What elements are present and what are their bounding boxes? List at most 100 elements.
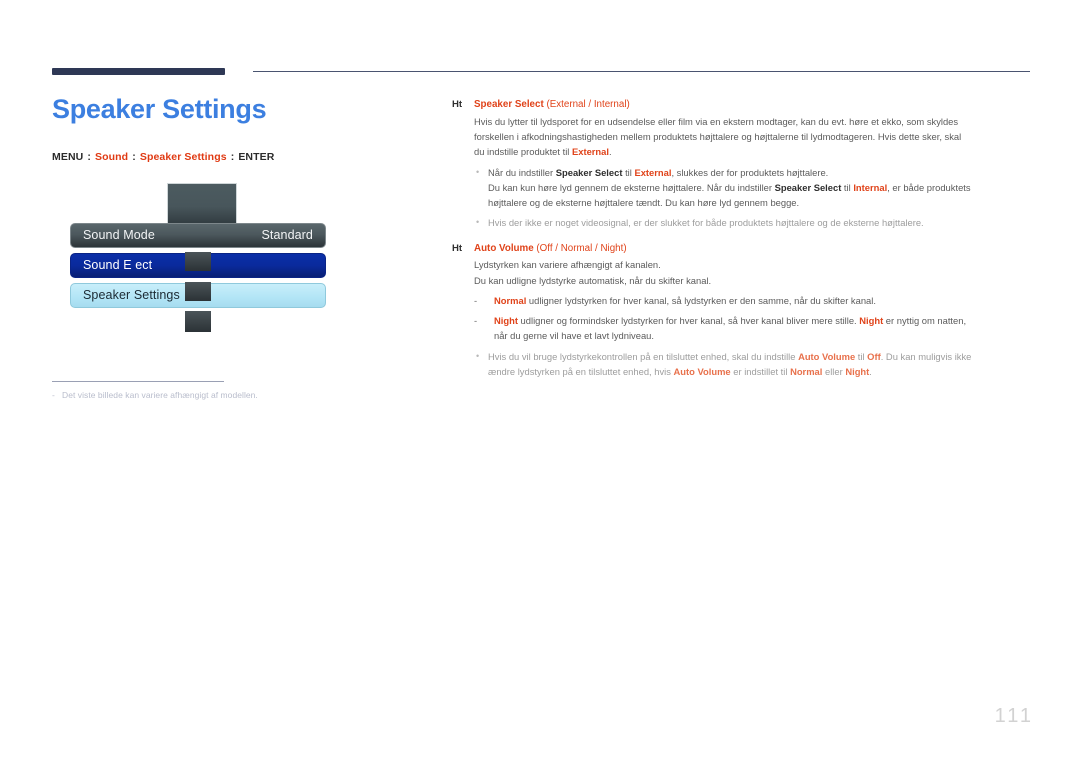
keyword-auto-volume-2: Auto Volume [673,365,731,377]
sub-bullet-icon: • [476,217,480,228]
b1-b: til [622,166,635,178]
section-speaker-select-options: (External / Internal) [546,99,630,110]
left-column: Speaker Settings MENU : Sound : Speaker … [52,94,432,348]
bullet-speaker-select-1-text: Når du indstiller Speaker Select til Ext… [488,165,1034,211]
av-b1l2-a: ændre lydstyrken på en tilsluttet enhed,… [488,365,674,377]
section-speaker-select-title-text: Speaker Select [474,99,544,110]
footnote-text: Det viste billede kan variere afhængigt … [62,390,258,400]
keyword-internal: Internal [853,181,888,193]
breadcrumb-separator-1: : [87,150,91,163]
header-rule-thin [253,71,1030,73]
keyword-night: Night [494,315,518,327]
av-b1-a: Hvis du vil bruge lydstyrkekontrollen på… [488,350,799,362]
bullet-1-line-2: Du kan kun høre lyd gennem de eksterne h… [488,180,1034,195]
breadcrumb: MENU : Sound : Speaker Settings : ENTER [52,151,432,163]
keyword-normal: Normal [494,294,527,306]
right-column: Ht Speaker Select (External / Internal) … [452,97,1034,386]
bullet-speaker-select-2: • Hvis der ikke er noget videosignal, er… [474,215,1034,230]
dash-bullet-icon: - [474,294,478,306]
bullet-1-line-1: Når du indstiller Speaker Select til Ext… [488,165,1034,180]
breadcrumb-item-sound: Sound [95,150,129,163]
bullet-speaker-select-2-text: Hvis der ikke er noget videosignal, er d… [488,217,924,229]
bullet-auto-volume-1: • Hvis du vil bruge lydstyrkekontrollen … [474,349,1034,379]
section-speaker-select-title: Speaker Select (External / Internal) [474,97,630,113]
b1l2-b: til [841,181,854,193]
paragraph-line-3-post: . [608,146,612,158]
footnote-dash-icon: - [52,390,55,400]
osd-row-sound-mode[interactable]: Sound Mode Standard [70,222,326,248]
keyword-normal-2: Normal [790,365,823,377]
section-auto-volume-body: Lydstyrken kan variere afhængigt af kana… [474,257,1034,379]
b1l2-a: Du kan kun høre lyd gennem de eksterne h… [488,181,775,193]
dash-2-line-2: når du gerne vil have et lavt lydniveau. [494,330,654,342]
dash-item-night-text: Night udligner og formindsker lydstyrken… [494,313,1034,343]
footnote: - Det viste billede kan variere afhængigt… [52,390,432,400]
av-b1-c: . Du kan muligvis ikke [880,350,972,362]
dash-item-normal-text: Normal udligner lydstyrken for hver kana… [494,293,1034,308]
breadcrumb-separator-2: : [132,150,136,163]
section-auto-volume-options: (Off / Normal / Night) [536,242,627,254]
dash-bullet-icon: - [474,315,478,327]
auto-volume-paragraph-2: Du kan udligne lydstyrke automatisk, når… [474,274,712,286]
paragraph-line-3: du indstille produktet til External. [474,144,1034,159]
osd-row-sound-mode-value: Standard [261,228,313,243]
av-b1-b: til [855,350,868,362]
osd-row-sound-mode-label: Sound Mode [83,228,155,243]
av-bullet-line-2: ændre lydstyrken på en tilsluttet enhed,… [488,364,1034,379]
keyword-off: Off [867,350,881,362]
section-speaker-select-body: Hvis du lytter til lydsporet for en udse… [474,114,1034,231]
keyword-night-2: Night [859,315,884,327]
paragraph-line-2: forskellen i afkodningshastigheden melle… [474,131,962,143]
section-speaker-select-header: Ht Speaker Select (External / Internal) [452,97,1034,113]
bullet-1-line-3: højttalere og de eksterne højttalere tæn… [488,197,800,209]
header-rule-thick [52,68,225,75]
section-speaker-select: Ht Speaker Select (External / Internal) … [452,97,1034,231]
footnote-divider [52,381,224,383]
dash-1-text: udligner lydstyrken for hver kanal, så l… [526,294,876,306]
keyword-speaker-select: Speaker Select [555,166,623,178]
section-marker-icon: Ht [452,242,463,254]
bullet-auto-volume-1-text: Hvis du vil bruge lydstyrkekontrollen på… [488,349,1034,379]
dash-2-line-1: Night udligner og formindsker lydstyrken… [494,313,1034,328]
av-b1l2-c: eller [822,365,846,377]
dash-item-night: - Night udligner og formindsker lydstyrk… [474,313,1034,343]
keyword-night-3: Night [845,365,870,377]
osd-tab-speaker-settings [185,281,211,301]
osd-illustration: Sound Mode Standard Sound E ect Speaker … [52,182,392,348]
b1-a: Når du indstiller [488,166,556,178]
av-bullet-line-1: Hvis du vil bruge lydstyrkekontrollen på… [488,349,1034,364]
section-auto-volume-title: Auto Volume (Off / Normal / Night) [474,241,627,257]
page-number: 111 [994,705,1034,727]
keyword-auto-volume: Auto Volume [798,350,856,362]
b1-c: , slukkes der for produktets højttalere. [671,166,829,178]
breadcrumb-item-speaker-settings: Speaker Settings [139,150,227,163]
paragraph-line-1: Hvis du lytter til lydsporet for en udse… [474,115,959,127]
osd-tab-bottom [185,310,211,332]
page-title: Speaker Settings [52,94,267,124]
dash-2-b: er nyttig om natten, [883,315,967,327]
keyword-external-2: External [634,166,672,178]
b1l2-c: , er både produktets [887,181,971,193]
monitor-screen-icon [167,182,237,226]
section-auto-volume: Ht Auto Volume (Off / Normal / Night) Ly… [452,241,1034,380]
breadcrumb-menu: MENU [52,150,84,163]
osd-tab-sound-effect [185,251,211,271]
section-auto-volume-header: Ht Auto Volume (Off / Normal / Night) [452,241,1034,257]
breadcrumb-enter: ENTER [238,150,275,163]
section-auto-volume-title-text: Auto Volume [474,242,534,254]
auto-volume-paragraph-1: Lydstyrken kan variere afhængigt af kana… [474,259,661,271]
av-b1l2-b: er indstillet til [730,365,791,377]
section-marker-icon: Ht [452,99,463,110]
bullet-speaker-select-1: • Når du indstiller Speaker Select til E… [474,165,1034,211]
dash-2-a: udligner og formindsker lydstyrken for h… [517,315,860,327]
dash-item-normal: - Normal udligner lydstyrken for hver ka… [474,293,1034,308]
osd-row-sound-effect-label: Sound E ect [83,258,153,273]
av-b1l2-d: . [869,365,872,377]
sub-bullet-icon: • [476,166,480,177]
keyword-speaker-select-2: Speaker Select [774,181,842,193]
sub-bullet-icon: • [476,350,480,361]
osd-row-speaker-settings-label: Speaker Settings [83,288,180,303]
paragraph-line-3-pre: du indstille produktet til [474,146,572,158]
keyword-external: External [571,146,609,158]
breadcrumb-separator-3: : [230,150,235,163]
